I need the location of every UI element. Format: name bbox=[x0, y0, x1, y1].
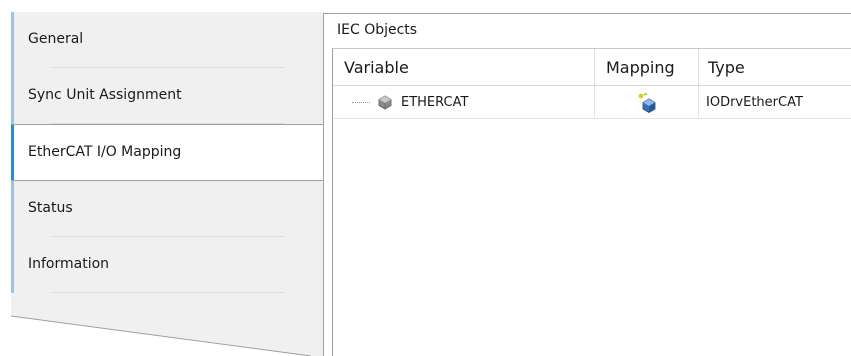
panel-title: IEC Objects bbox=[337, 22, 418, 38]
new-mapping-icon[interactable] bbox=[636, 92, 658, 114]
tab-status-label: Status bbox=[28, 200, 73, 216]
tab-separator bbox=[51, 292, 284, 293]
type-cell: IODrvEtherCAT bbox=[706, 95, 803, 110]
iec-objects-grid: Variable Mapping Type ETHERCAT IODrvEthe… bbox=[332, 48, 851, 356]
column-header-mapping[interactable]: Mapping bbox=[595, 49, 699, 86]
io-mapping-panel: IEC Objects Variable Mapping Type ETHERC… bbox=[323, 13, 851, 356]
tab-general-label: General bbox=[28, 31, 84, 47]
tab-status[interactable]: Status bbox=[11, 181, 324, 237]
variable-object-icon bbox=[378, 95, 392, 110]
tab-ethercat-io-mapping[interactable]: EtherCAT I/O Mapping bbox=[11, 124, 325, 181]
tab-ethercat-io-mapping-label: EtherCAT I/O Mapping bbox=[28, 143, 182, 160]
table-row[interactable]: ETHERCAT IODrvEtherCAT bbox=[333, 86, 851, 119]
tree-connector bbox=[352, 102, 370, 103]
mapping-cell[interactable] bbox=[595, 86, 699, 119]
column-header-type[interactable]: Type bbox=[699, 49, 851, 86]
tab-information[interactable]: Information bbox=[11, 237, 324, 293]
tab-sync-unit-assignment-label: Sync Unit Assignment bbox=[28, 87, 182, 103]
tab-sync-unit-assignment[interactable]: Sync Unit Assignment bbox=[11, 68, 324, 124]
grid-header: Variable Mapping Type bbox=[333, 49, 851, 86]
variable-name: ETHERCAT bbox=[401, 95, 469, 110]
tab-strip: General Sync Unit Assignment EtherCAT I/… bbox=[0, 0, 325, 356]
tab-general[interactable]: General bbox=[11, 12, 324, 68]
variable-cell[interactable]: ETHERCAT bbox=[333, 86, 595, 119]
column-header-variable[interactable]: Variable bbox=[333, 49, 595, 86]
tab-information-label: Information bbox=[28, 256, 110, 272]
